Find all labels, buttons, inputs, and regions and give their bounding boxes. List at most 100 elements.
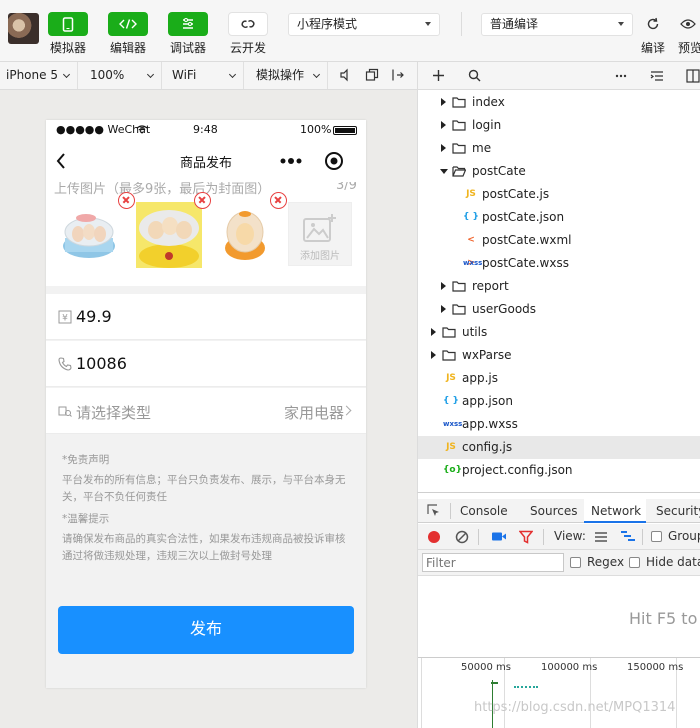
waterfall-view-icon[interactable] — [620, 530, 636, 544]
inspect-icon[interactable] — [427, 504, 441, 518]
compile-button[interactable] — [633, 12, 673, 36]
phone-field[interactable]: 10086 — [46, 341, 366, 387]
tab-sources-label: Sources — [530, 504, 578, 518]
battery-icon — [333, 126, 357, 135]
more-dots-icon[interactable] — [280, 157, 302, 165]
operation-select[interactable]: 模拟操作 — [250, 62, 328, 89]
caret-right-icon[interactable] — [431, 351, 436, 359]
json-file-icon: { } — [443, 396, 459, 406]
caret-right-icon[interactable] — [441, 121, 446, 129]
caret-right-icon[interactable] — [441, 305, 446, 313]
tree-item[interactable]: { } app.json — [418, 390, 700, 413]
network-select[interactable]: WiFi — [166, 62, 244, 89]
delete-image-icon[interactable] — [194, 192, 211, 209]
tree-item[interactable]: wxss postCate.wxss — [418, 252, 700, 275]
tab-console[interactable]: Console — [460, 499, 520, 523]
debugger-button[interactable] — [168, 12, 208, 36]
compile-select[interactable]: 普通编译 — [481, 13, 633, 36]
tree-item[interactable]: wxss app.wxss — [418, 413, 700, 436]
device-select[interactable]: iPhone 5 — [0, 62, 78, 89]
status-bar: ●●●●● WeChat 9:48 100% — [46, 120, 366, 140]
price-field[interactable]: ¥ 49.9 — [46, 294, 366, 340]
caret-right-icon[interactable] — [441, 282, 446, 290]
window-icon[interactable] — [365, 68, 379, 82]
split-editor-icon[interactable] — [686, 69, 700, 83]
simulator-area: ●●●●● WeChat 9:48 100% 商品发布 上传图片（最多9张，最后… — [0, 90, 417, 728]
publish-button[interactable]: 发布 — [58, 606, 354, 654]
product-image-thumb[interactable] — [136, 202, 202, 268]
tree-item[interactable]: login — [418, 114, 700, 137]
tree-item[interactable]: < > postCate.wxml — [418, 229, 700, 268]
editor-button[interactable] — [108, 12, 148, 36]
caret-right-icon[interactable] — [431, 328, 436, 336]
add-file-icon[interactable] — [432, 69, 445, 82]
record-icon[interactable] — [427, 530, 441, 544]
tree-item[interactable]: JS postCate.js — [418, 183, 700, 206]
disclaimer-text: 平台发布的所有信息；平台只负责发布、展示，与平台本身无关，平台不负任何责任 — [62, 474, 346, 503]
network-select-value: WiFi — [172, 68, 197, 82]
folder-open-icon — [452, 166, 466, 177]
devtools-tabs: Console Sources Network Security — [418, 499, 700, 523]
tip-text: 请确保发布商品的真实合法性，如果发布违规商品被投诉审核通过将做违规处理，违规三次… — [62, 533, 346, 562]
caret-down-icon[interactable] — [440, 169, 448, 174]
debug-icon — [183, 18, 193, 29]
tree-item[interactable]: utils — [418, 321, 700, 344]
filter-input[interactable] — [422, 553, 564, 572]
tree-item[interactable]: JS app.js — [418, 367, 700, 390]
folder-icon — [452, 304, 466, 315]
js-file-icon: JS — [466, 189, 476, 199]
delete-image-icon[interactable] — [270, 192, 287, 209]
simulator-bar: iPhone 5 100% WiFi 模拟操作 — [0, 62, 417, 90]
tab-security[interactable]: Security — [650, 499, 700, 523]
group-checkbox[interactable] — [651, 531, 662, 542]
request-bar — [491, 682, 498, 684]
clear-icon[interactable] — [455, 530, 469, 544]
editor-label: 编辑器 — [109, 41, 146, 55]
product-image-thumb[interactable] — [56, 202, 122, 268]
tree-item[interactable]: index — [418, 91, 700, 114]
tree-item[interactable]: JS config.js — [418, 436, 700, 459]
tab-network[interactable]: Network — [584, 499, 646, 523]
filter-funnel-icon[interactable] — [519, 530, 533, 544]
delete-image-icon[interactable] — [118, 192, 135, 209]
hide-data-checkbox[interactable] — [629, 557, 640, 568]
tree-item[interactable]: postCate — [418, 160, 700, 183]
user-avatar[interactable] — [8, 13, 39, 44]
collapse-all-icon[interactable] — [650, 70, 664, 82]
preview-button[interactable] — [673, 12, 700, 36]
tree-item[interactable]: { } postCate.json — [418, 206, 700, 229]
product-image-thumb[interactable] — [212, 202, 278, 268]
more-icon[interactable] — [615, 74, 627, 78]
split-panel-icon[interactable] — [391, 68, 405, 82]
type-select-field[interactable]: 请选择类型 家用电器 — [46, 388, 366, 434]
tree-item[interactable]: me — [418, 137, 700, 160]
caret-right-icon[interactable] — [441, 98, 446, 106]
list-view-icon[interactable] — [594, 530, 608, 544]
capsule-close-icon[interactable] — [324, 151, 344, 171]
volume-icon[interactable] — [338, 68, 352, 82]
yuan-icon: ¥ — [58, 310, 72, 324]
regex-checkbox[interactable] — [570, 557, 581, 568]
simulator-button[interactable] — [48, 12, 88, 36]
tab-divider — [450, 503, 451, 519]
tree-item[interactable]: report — [418, 275, 700, 298]
tab-console-label: Console — [460, 504, 508, 518]
controls-divider — [543, 529, 544, 545]
operation-select-value: 模拟操作 — [256, 68, 305, 82]
zoom-select[interactable]: 100% — [84, 62, 162, 89]
category-icon — [58, 406, 72, 417]
mode-select[interactable]: 小程序模式 — [288, 13, 440, 36]
debugger-label: 调试器 — [169, 41, 206, 55]
chevron-down-icon — [146, 70, 155, 79]
add-image-button[interactable]: 添加图片 — [288, 202, 352, 266]
tab-sources[interactable]: Sources — [522, 499, 584, 523]
time-text: 9:48 — [193, 123, 218, 136]
cloud-button[interactable] — [228, 12, 268, 36]
chevron-down-icon — [62, 70, 71, 79]
search-icon[interactable] — [468, 69, 481, 82]
caret-right-icon[interactable] — [441, 144, 446, 152]
tree-item[interactable]: {o} project.config.json — [418, 459, 700, 482]
tree-item[interactable]: wxParse — [418, 344, 700, 367]
video-camera-icon[interactable] — [491, 531, 507, 542]
tree-item[interactable]: userGoods — [418, 298, 700, 321]
